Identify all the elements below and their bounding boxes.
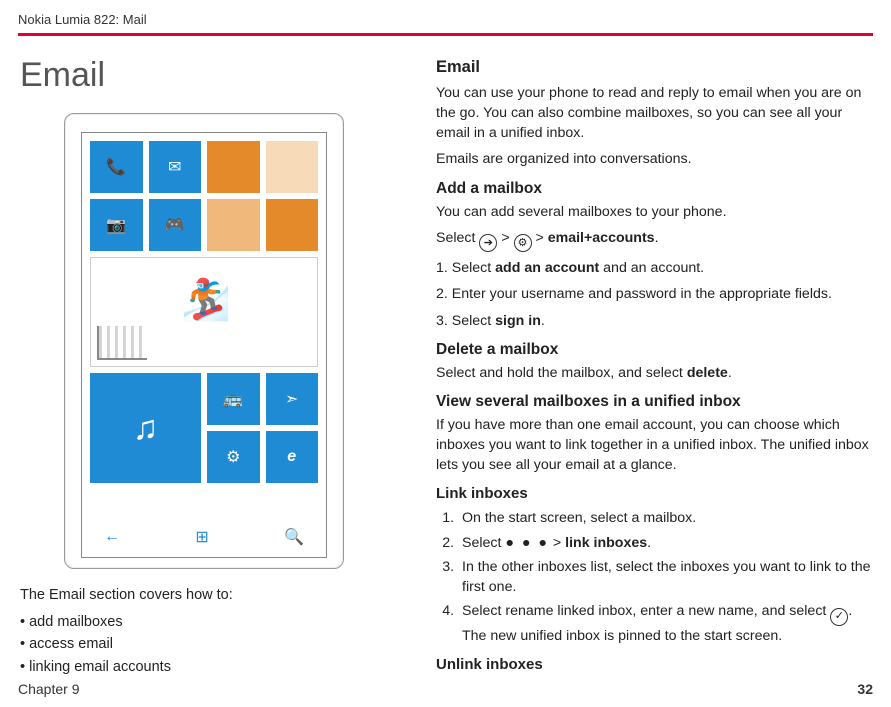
tile-camera: 📷 [90, 199, 143, 251]
paragraph: Select and hold the mailbox, and select … [436, 363, 873, 383]
step-select-path: Select ➔ > ⚙ > email+accounts. [436, 228, 873, 253]
tile-bus: 🚌 [207, 373, 260, 425]
check-icon: ✓ [830, 608, 848, 626]
tile-ie: e [266, 431, 319, 483]
list-item: On the start screen, select a mailbox. [458, 508, 873, 528]
arrow-right-icon: ➔ [479, 234, 497, 252]
list-item: In the other inboxes list, select the in… [458, 557, 873, 597]
camera-icon: 📷 [106, 215, 126, 235]
heading-view-unified: View several mailboxes in a unified inbo… [436, 393, 873, 411]
phone-illustration: 📞 ✉ 📷 🎮 🏂 ♫ 🚌 ➣ [64, 113, 344, 569]
covers-intro: The Email section covers how to: [20, 587, 390, 603]
right-column: Email You can use your phone to read and… [436, 54, 873, 679]
tile-skate: 🏂 [90, 257, 318, 367]
paragraph: You can add several mailboxes to your ph… [436, 202, 873, 222]
covers-list: add mailboxes access email linking email… [20, 611, 390, 678]
tile-compass: ➣ [266, 373, 319, 425]
tile-mail: ✉ [149, 141, 202, 193]
paragraph: Emails are organized into conversations. [436, 149, 873, 169]
left-column: Email 📞 ✉ 📷 🎮 🏂 [18, 54, 390, 679]
step-1: 1. Select add an account and an account. [436, 258, 873, 278]
list-item: linking email accounts [20, 656, 390, 678]
phone-icon: 📞 [106, 157, 126, 177]
tile-orange-b [266, 141, 319, 193]
heading-email: Email [436, 58, 873, 77]
paragraph: If you have more than one email account,… [436, 415, 873, 475]
settings-icon: ⚙ [226, 447, 240, 467]
heading-delete-mailbox: Delete a mailbox [436, 341, 873, 359]
tile-orange-c [207, 199, 260, 251]
phone-navbar: ← ⊞ 🔍 [82, 517, 326, 557]
list-item: add mailboxes [20, 611, 390, 633]
bus-icon: 🚌 [223, 389, 243, 409]
heading-unlink-inboxes: Unlink inboxes [436, 656, 873, 673]
tile-music: ♫ [90, 373, 201, 483]
step-3: 3. Select sign in. [436, 311, 873, 331]
tile-orange-d [266, 199, 319, 251]
game-icon: 🎮 [165, 215, 185, 235]
heading-link-inboxes: Link inboxes [436, 485, 873, 502]
list-item: Select ● ● ● > link inboxes. [458, 533, 873, 553]
step-2: 2. Enter your username and password in t… [436, 284, 873, 304]
ie-icon: e [287, 448, 296, 466]
windows-icon: ⊞ [195, 527, 208, 547]
chapter-label: Chapter 9 [18, 681, 79, 697]
list-item: Select rename linked inbox, enter a new … [458, 601, 873, 646]
breadcrumb: Nokia Lumia 822: Mail [18, 12, 873, 36]
gear-icon: ⚙ [514, 234, 532, 252]
page-title: Email [20, 56, 390, 95]
more-dots-icon: ● ● ● [505, 535, 549, 551]
tile-games: 🎮 [149, 199, 202, 251]
back-icon: ← [104, 528, 120, 546]
link-steps: On the start screen, select a mailbox. S… [436, 508, 873, 645]
search-icon: 🔍 [284, 527, 304, 547]
tile-orange-a [207, 141, 260, 193]
page-footer: Chapter 9 32 [18, 681, 873, 697]
list-item: access email [20, 633, 390, 655]
page-number: 32 [857, 681, 873, 697]
music-icon: ♫ [133, 409, 159, 448]
compass-icon: ➣ [285, 389, 298, 409]
heading-add-mailbox: Add a mailbox [436, 180, 873, 198]
tile-settings: ⚙ [207, 431, 260, 483]
paragraph: You can use your phone to read and reply… [436, 83, 873, 143]
mail-icon: ✉ [168, 157, 181, 177]
tile-phone: 📞 [90, 141, 143, 193]
